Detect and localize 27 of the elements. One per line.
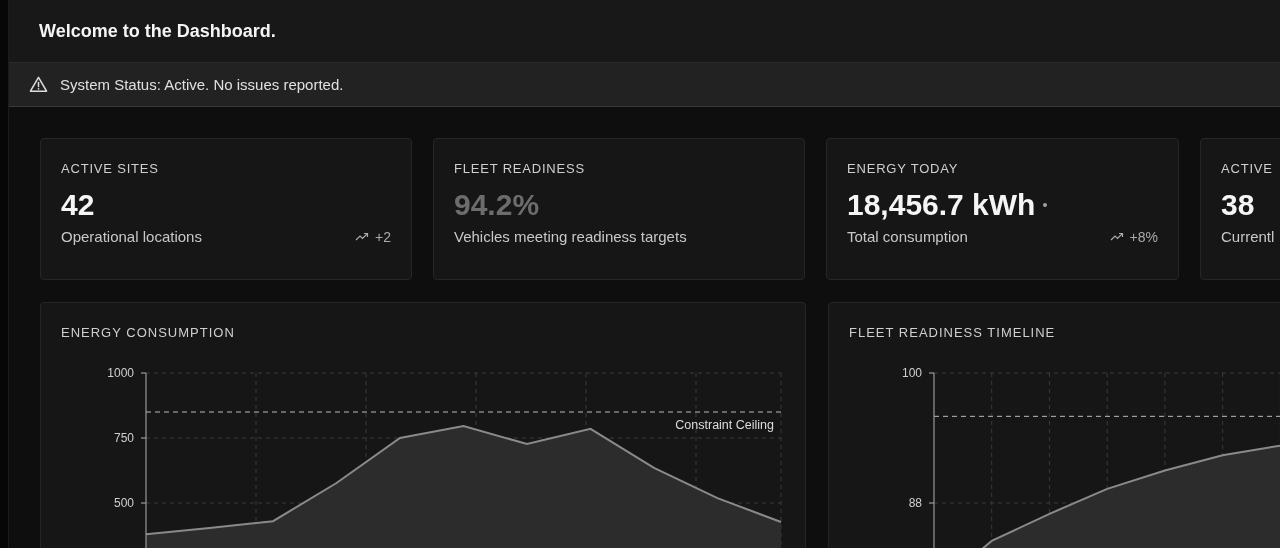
axis-tick-label: 750 <box>113 431 134 445</box>
stat-label: ACTIVE SITES <box>61 161 160 176</box>
page-title: Welcome to the Dashboard. <box>39 20 276 42</box>
stat-value: 38 <box>1221 187 1255 223</box>
stat-label: FLEET READINESS <box>454 161 586 176</box>
stat-value: 18,456.7 kWh <box>847 187 1036 223</box>
stat-caption: Vehicles meeting readiness targets <box>454 228 687 245</box>
stat-caption: Operational locations <box>61 228 202 245</box>
trend-value: +8% <box>1129 228 1158 245</box>
annotation-label: Constraint Ceiling <box>675 418 774 432</box>
trend-value: +2 <box>375 228 391 245</box>
stat-label: ACTIVE <box>1221 161 1274 176</box>
stat-value: 42 <box>61 187 95 223</box>
axis-tick-label: 100 <box>901 366 922 380</box>
axis-tick-label: 88 <box>908 496 922 510</box>
trend-up-icon <box>355 231 370 242</box>
stat-caption: Total consumption <box>847 228 968 245</box>
stat-label: ENERGY TODAY <box>847 161 960 176</box>
stat-value: 94.2% <box>454 187 540 223</box>
chart-title: FLEET READINESS TIMELINE <box>848 324 1057 342</box>
status-text: System Status: Active. No issues reported. <box>60 76 344 93</box>
axis-tick-label: 500 <box>113 496 134 510</box>
trend-up-icon <box>1109 231 1124 242</box>
stat-caption: Currentl <box>1221 228 1275 245</box>
axis-tick-label: 1000 <box>107 366 134 380</box>
chart-title: ENERGY CONSUMPTION <box>60 324 236 342</box>
warning-icon <box>29 75 48 94</box>
